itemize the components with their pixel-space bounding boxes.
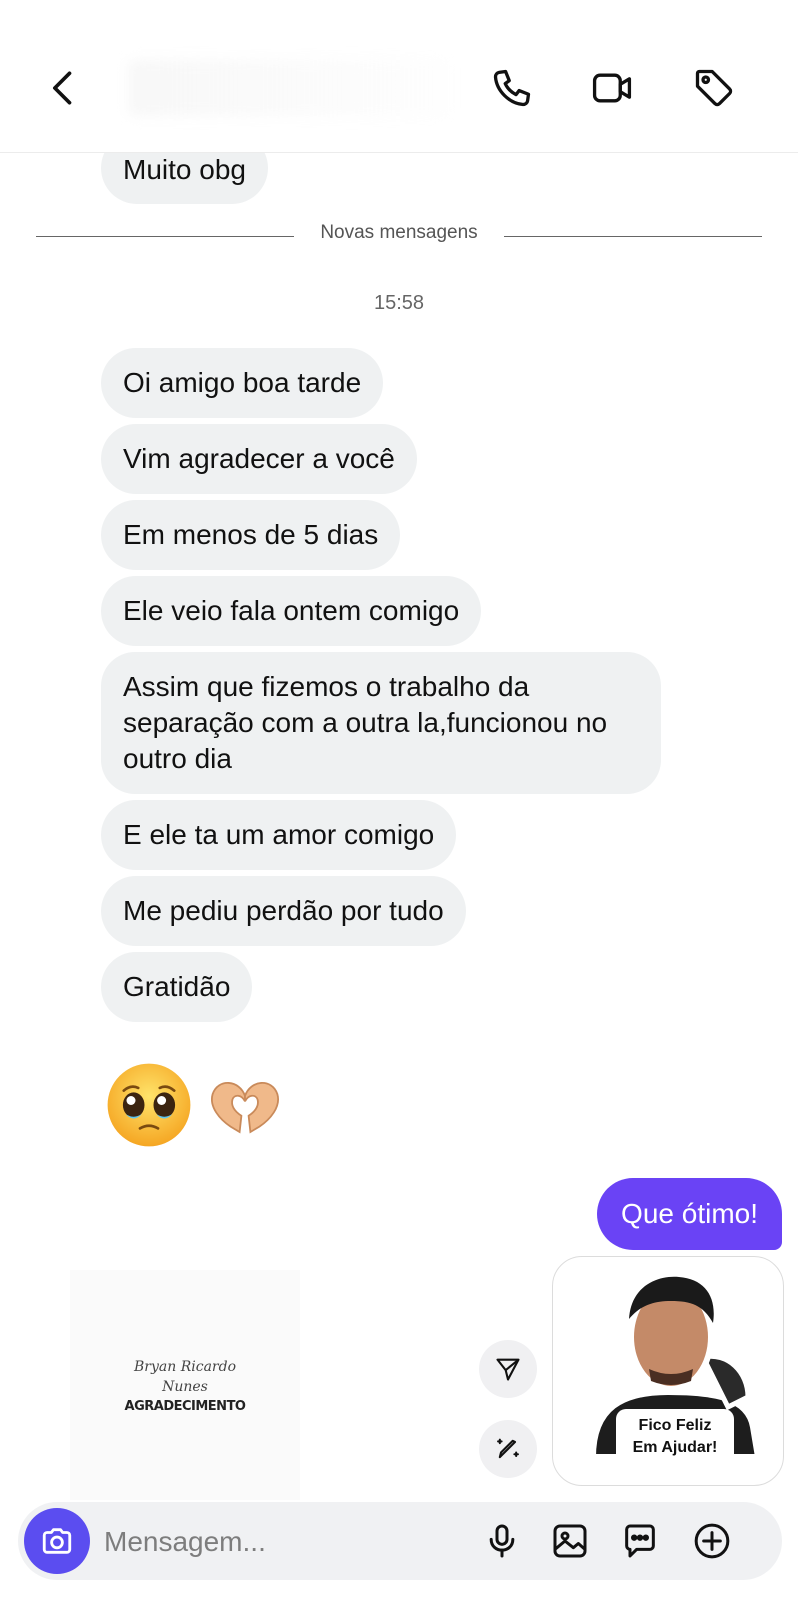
microphone-icon [489, 1524, 515, 1558]
tag-icon [695, 69, 733, 107]
phone-icon [493, 69, 531, 107]
card-label: AGRADECIMENTO [124, 1398, 246, 1414]
message-bubble[interactable]: Ele veio fala ontem comigo [101, 576, 482, 646]
sticker-caption: Fico Feliz Em Ajudar! [616, 1409, 734, 1465]
sticker-caption-line1: Fico Feliz [638, 1417, 712, 1434]
tag-button[interactable] [690, 64, 738, 112]
card-script-name-2: Nunes [162, 1378, 208, 1395]
sticker-message[interactable]: Fico Feliz Em Ajudar! [552, 1256, 784, 1486]
heart-hands-emoji [200, 1060, 290, 1150]
plus-circle-icon [694, 1523, 730, 1559]
pleading-face-emoji [104, 1060, 194, 1150]
camera-icon [42, 1528, 72, 1554]
message-bubble[interactable]: Gratidão [101, 952, 253, 1022]
magic-pen-icon [497, 1438, 519, 1459]
message-bubble[interactable]: Oi amigo boa tarde [101, 348, 384, 418]
call-button[interactable] [488, 64, 536, 112]
video-camera-icon [592, 73, 632, 103]
chevron-left-icon [52, 71, 72, 105]
contact-name-blurred[interactable] [128, 60, 448, 116]
chat-bubble-icon [625, 1524, 655, 1558]
video-call-button[interactable] [588, 64, 636, 112]
message-input[interactable] [102, 1516, 466, 1568]
image-icon [553, 1524, 587, 1558]
microphone-button[interactable] [480, 1519, 524, 1563]
outgoing-message-bubble[interactable]: Que ótimo! [597, 1178, 782, 1250]
sticker-caption-line2: Em Ajudar! [632, 1439, 718, 1456]
ai-edit-button[interactable] [479, 1420, 537, 1478]
chat-header [0, 0, 798, 153]
sticker-chat-button[interactable] [618, 1519, 662, 1563]
message-bubble[interactable]: Me pediu perdão por tudo [101, 876, 466, 946]
add-button[interactable] [690, 1519, 734, 1563]
back-button[interactable] [40, 64, 88, 112]
gallery-button[interactable] [548, 1519, 592, 1563]
shared-post-card[interactable]: Bryan Ricardo Nunes AGRADECIMENTO [70, 1270, 300, 1500]
message-bubble[interactable]: E ele ta um amor comigo [101, 800, 457, 870]
forward-button[interactable] [479, 1340, 537, 1398]
card-script-name-1: Bryan Ricardo [134, 1358, 236, 1375]
message-composer [18, 1502, 782, 1580]
camera-button[interactable] [24, 1508, 90, 1574]
divider-line-right [504, 236, 762, 237]
message-bubble[interactable]: Assim que fizemos o trabalho da separaçã… [101, 652, 661, 794]
emoji-message[interactable] [104, 1060, 290, 1150]
message-bubble[interactable]: Em menos de 5 dias [101, 500, 401, 570]
send-icon [496, 1358, 520, 1381]
new-messages-divider: Novas mensagens [320, 222, 478, 243]
message-bubble[interactable]: Vim agradecer a você [101, 424, 417, 494]
message-timestamp: 15:58 [373, 292, 425, 314]
